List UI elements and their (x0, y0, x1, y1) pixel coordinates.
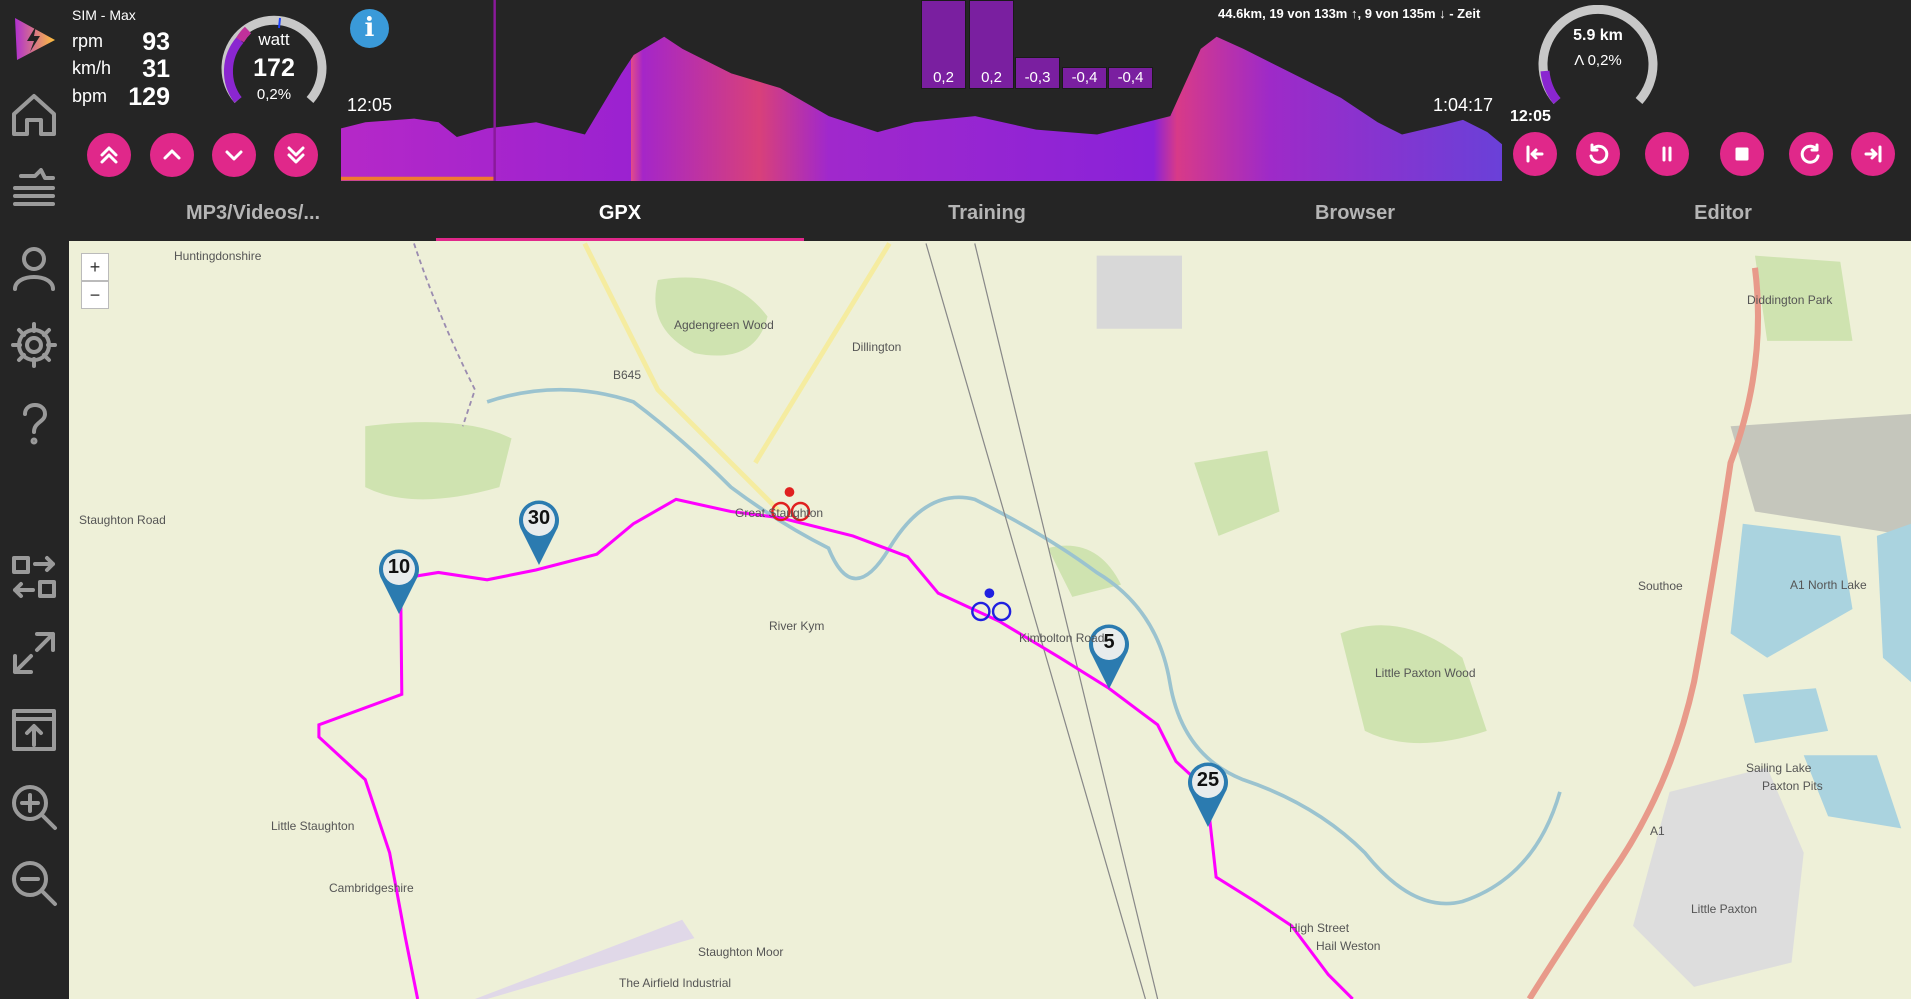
town-little-paxton (1633, 767, 1804, 987)
blue-rider-icon (971, 588, 1012, 622)
stop-button[interactable] (1720, 132, 1764, 176)
place-label: Huntingdonshire (174, 249, 262, 263)
grade-bar: -0,4 (1108, 67, 1153, 89)
swap-icon[interactable] (9, 552, 59, 602)
km-marker[interactable]: 25 (1185, 759, 1231, 829)
end-time: 1:04:17 (1433, 95, 1494, 115)
grade-bar: -0,3 (1015, 57, 1060, 89)
place-label: Sailing Lake (1746, 761, 1812, 775)
zoom-in-icon[interactable] (9, 782, 59, 832)
place-label: Southoe (1638, 579, 1683, 593)
distance-gauge: 5.9 km Λ 0,2% (1537, 5, 1659, 105)
place-label: Dillington (852, 340, 902, 354)
home-icon[interactable] (9, 90, 59, 140)
gear-icon[interactable] (9, 320, 59, 370)
grade-bar: 0,2 (921, 0, 966, 89)
place-label: Little Staughton (271, 819, 355, 833)
current-time: 12:05 (1510, 108, 1551, 125)
km-marker[interactable]: 10 (376, 546, 422, 616)
distance-value: 5.9 km (1573, 27, 1623, 44)
place-label: B645 (613, 368, 642, 382)
help-icon[interactable] (9, 398, 59, 448)
power-down-large-button[interactable] (274, 133, 318, 177)
rpm-value: 93 (142, 28, 170, 56)
tab-gpx[interactable]: GPX (599, 202, 641, 225)
power-unit: watt (258, 30, 290, 49)
place-label: A1 North Lake (1790, 578, 1867, 592)
place-label: Diddington Park (1747, 293, 1833, 307)
grade-bar: -0,4 (1062, 67, 1107, 89)
user-icon[interactable] (9, 243, 59, 293)
map-zoom-in-button[interactable]: + (81, 253, 109, 281)
rewind-button[interactable] (1576, 132, 1620, 176)
grade-bar: 0,2 (969, 0, 1014, 89)
power-grade: 0,2% (256, 86, 292, 103)
km-marker-label: 10 (387, 556, 411, 578)
place-label: High Street (1289, 921, 1350, 935)
app-logo (9, 14, 59, 64)
place-label: Cambridgeshire (329, 881, 414, 895)
map-zoom-out-button[interactable]: − (81, 281, 109, 309)
place-label: The Airfield Industrial (619, 976, 732, 990)
power-value: 172 (253, 54, 295, 82)
place-label: Hail Weston (1316, 939, 1381, 953)
place-label: Paxton Pits (1762, 779, 1823, 793)
map[interactable]: + − 10 30 5 25 Dillington B645 Agdengreen Woo… (69, 241, 1911, 999)
tab-training[interactable]: Training (948, 202, 1026, 225)
tab-browser[interactable]: Browser (1315, 202, 1395, 225)
km-marker-label: 30 (527, 507, 551, 529)
km-marker[interactable]: 30 (516, 497, 562, 567)
expand-icon[interactable] (9, 628, 59, 678)
place-label: River Kym (769, 619, 825, 633)
county-boundary (413, 243, 476, 427)
start-time: 12:05 (347, 95, 393, 115)
workout-list-icon[interactable] (9, 168, 59, 218)
place-label: Little Paxton Wood (1375, 666, 1476, 680)
place-label: A1 (1650, 824, 1665, 838)
distance-grade: Λ 0,2% (1574, 52, 1622, 69)
speed-value: 31 (142, 55, 170, 83)
place-label: Staughton Moor (698, 945, 784, 959)
profile-name: SIM - Max (72, 7, 136, 23)
skip-end-button[interactable] (1851, 132, 1895, 176)
heart-rate-value: 129 (128, 83, 170, 111)
km-marker-label: 25 (1196, 769, 1220, 791)
power-gauge: watt 172 0,2% (220, 14, 328, 108)
tab-media[interactable]: MP3/Videos/... (186, 202, 320, 225)
route-summary: 44.6km, 19 von 133m ↑, 9 von 135m ↓ - Ze… (1218, 6, 1481, 21)
zoom-out-icon[interactable] (9, 858, 59, 908)
power-up-large-button[interactable] (87, 133, 131, 177)
place-label: Little Paxton (1691, 902, 1758, 916)
power-down-button[interactable] (212, 133, 256, 177)
quarry (1730, 414, 1911, 536)
place-label: Staughton Road (79, 513, 166, 527)
pause-button[interactable] (1645, 132, 1689, 176)
tab-editor[interactable]: Editor (1694, 202, 1752, 225)
sidebar (0, 0, 68, 999)
place-label: Kimbolton Road (1019, 631, 1105, 645)
place-label: Agdengreen Wood (674, 318, 774, 332)
rpm-label: rpm (72, 31, 103, 51)
place-label: Great Staughton (735, 506, 824, 520)
upload-icon[interactable] (9, 705, 59, 755)
skip-start-button[interactable] (1513, 132, 1557, 176)
forward-button[interactable] (1789, 132, 1833, 176)
power-up-button[interactable] (150, 133, 194, 177)
buildings (1096, 255, 1183, 329)
